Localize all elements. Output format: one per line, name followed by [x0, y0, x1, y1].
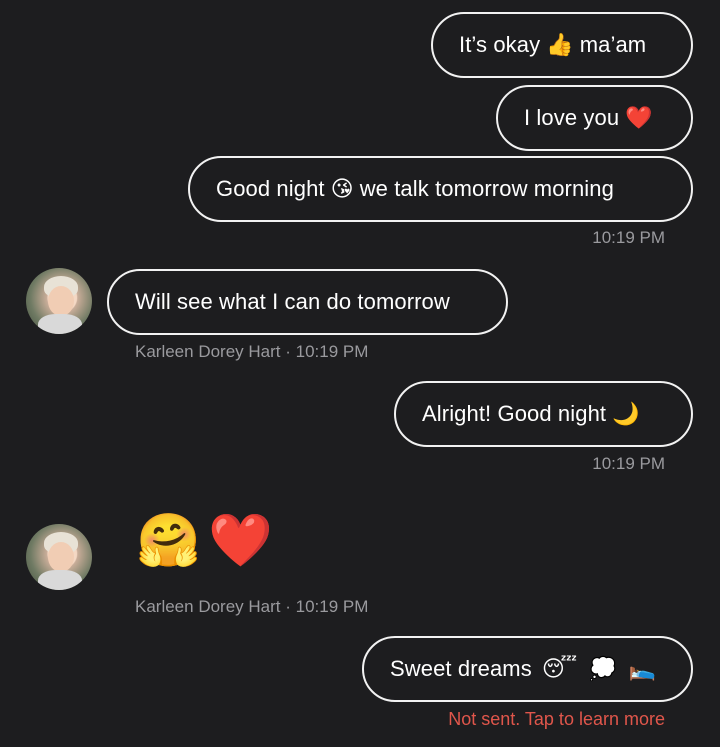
message-bubble-outgoing[interactable]: I love you ❤️ — [496, 85, 693, 151]
heart-emoji: ❤️ — [625, 105, 653, 131]
sleeping-face-emoji: 😴 — [541, 656, 578, 682]
heart-emoji[interactable]: ❤️ — [208, 515, 273, 567]
contact-avatar[interactable] — [26, 268, 92, 334]
avatar-face — [48, 542, 74, 572]
sender-name-timestamp: Karleen Dorey Hart · 10:19 PM — [135, 597, 369, 616]
moon-emoji: 🌙 — [612, 401, 640, 427]
message-bubble-incoming[interactable]: Will see what I can do tomorrow — [107, 269, 508, 335]
not-sent-error-link[interactable]: Not sent. Tap to learn more — [448, 709, 665, 730]
message-text: Will see what I can do tomorrow — [135, 289, 450, 314]
message-timestamp: 10:19 PM — [592, 228, 665, 247]
message-text: Good night — [216, 176, 325, 201]
message-bubble-outgoing-failed[interactable]: Sweet dreams 😴 💭 🛌 — [362, 636, 693, 702]
thumbs-up-emoji: 👍 — [546, 32, 574, 58]
contact-avatar[interactable] — [26, 524, 92, 590]
message-text: ma’am — [579, 32, 647, 57]
message-text: we talk tomorrow morning — [359, 176, 614, 201]
message-bubble-outgoing[interactable]: Good night 😘 we talk tomorrow morning — [188, 156, 693, 222]
thought-bubble-emoji: 💭 — [589, 656, 617, 682]
kiss-face-emoji: 😘 — [330, 176, 354, 202]
message-timestamp: 10:19 PM — [592, 454, 665, 473]
message-text: Alright! Good night — [422, 401, 607, 426]
message-text: It’s okay — [459, 32, 541, 57]
hugging-face-emoji[interactable]: 🤗 — [136, 515, 201, 567]
bed-emoji: 🛌 — [628, 656, 657, 682]
avatar-face — [48, 286, 74, 316]
message-bubble-outgoing[interactable]: Alright! Good night 🌙 — [394, 381, 693, 447]
message-bubble-outgoing[interactable]: It’s okay 👍 ma’am — [431, 12, 693, 78]
avatar-body — [38, 570, 82, 590]
avatar-body — [38, 314, 82, 334]
message-text: I love you — [524, 105, 620, 130]
sender-name-timestamp: Karleen Dorey Hart · 10:19 PM — [135, 342, 369, 361]
message-text: Sweet dreams — [390, 656, 532, 681]
